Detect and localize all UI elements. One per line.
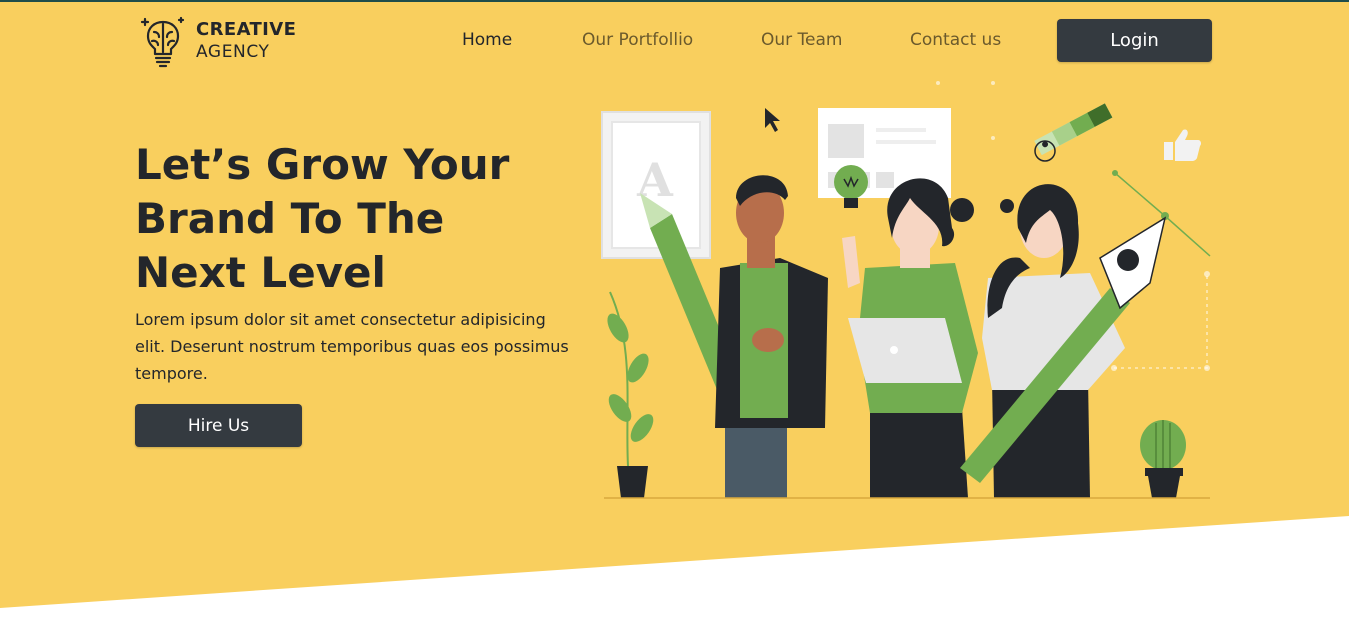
hero-title: Let’s Grow Your Brand To The Next Level: [135, 138, 555, 300]
login-button[interactable]: Login: [1057, 19, 1212, 62]
hero-title-line2: Brand To The: [135, 194, 445, 243]
cursor-icon: [765, 108, 780, 132]
nav-team-link[interactable]: Our Team: [761, 30, 842, 50]
nav-contact-link[interactable]: Contact us: [910, 30, 1001, 50]
thumbs-up-icon: [1164, 129, 1202, 161]
man-illustration: [715, 175, 828, 498]
hero-title-line1: Let’s Grow Your: [135, 140, 510, 189]
nav-portfolio-link[interactable]: Our Portfollio: [582, 30, 693, 50]
woman-with-pen-tool-illustration: [960, 184, 1167, 498]
hero-title-line3: Next Level: [135, 248, 386, 297]
team-illustration: A: [601, 81, 1211, 499]
lightbulb-icon: [834, 165, 868, 208]
hero-description: Lorem ipsum dolor sit amet consectetur a…: [135, 310, 569, 383]
color-swatches-illustration: [1034, 103, 1113, 156]
cactus-illustration: [1140, 420, 1186, 498]
nav-home-link[interactable]: Home: [462, 30, 512, 50]
hire-us-button[interactable]: Hire Us: [135, 404, 302, 447]
plant-illustration: [607, 291, 654, 498]
woman-with-laptop-illustration: [842, 178, 978, 498]
